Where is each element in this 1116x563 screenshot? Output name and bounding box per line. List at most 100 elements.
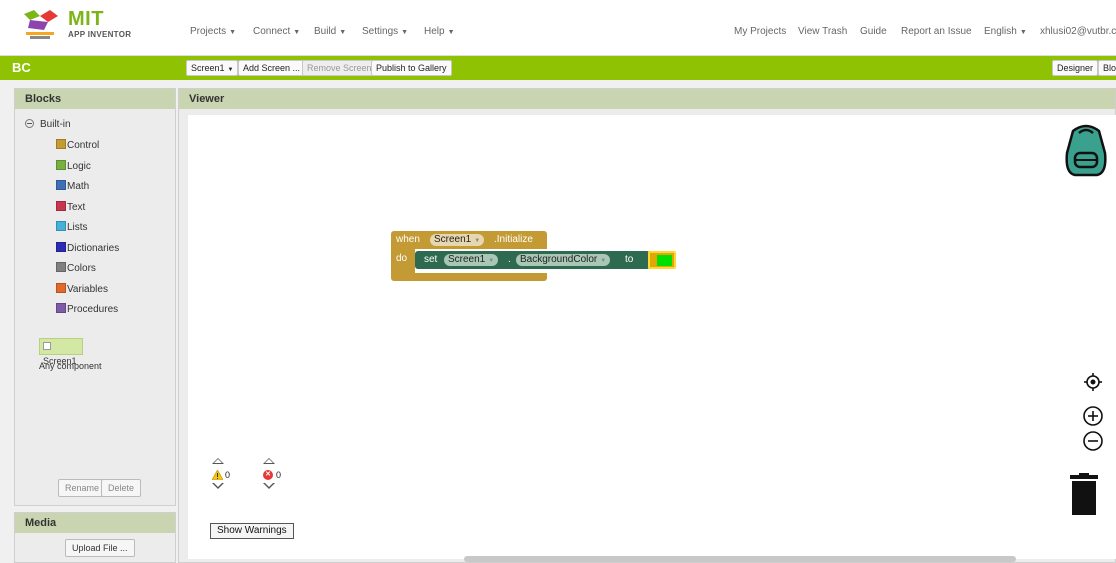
- blocks-panel-title: Blocks: [15, 89, 175, 109]
- blocks-button[interactable]: Blo: [1098, 60, 1116, 76]
- category-color-icon: [56, 200, 66, 211]
- user-account[interactable]: xhlusi02@vutbr.cz: [1040, 26, 1116, 37]
- set-property-label: BackgroundColor: [520, 254, 598, 265]
- project-name: BC: [12, 60, 31, 75]
- recenter-icon[interactable]: [1083, 372, 1103, 392]
- logo-mit-text: MIT: [68, 8, 104, 30]
- menu-settings[interactable]: Settings ▼: [362, 26, 408, 37]
- set-property-dropdown[interactable]: BackgroundColor ▼: [516, 254, 611, 266]
- category-color-icon: [56, 282, 66, 293]
- top-nav: MIT APP INVENTOR Projects ▼ Connect ▼ Buil…: [0, 0, 1116, 56]
- tree-builtin[interactable]: Built-in: [25, 119, 71, 130]
- category-procedures[interactable]: Procedures: [56, 303, 118, 315]
- screen-select[interactable]: Screen1 ▼: [186, 60, 239, 76]
- logo-subtitle: APP INVENTOR: [68, 30, 132, 39]
- menu-help[interactable]: Help ▼: [424, 26, 455, 37]
- category-color-icon: [56, 241, 66, 252]
- chevron-down-icon: ▼: [401, 29, 409, 36]
- blocks-workspace[interactable]: when Screen1 ▼ .Initialize do set Screen1…: [188, 115, 1116, 562]
- zoom-out-icon[interactable]: [1082, 430, 1104, 452]
- rename-button[interactable]: Rename: [58, 479, 107, 497]
- error-icon: ✕: [263, 470, 273, 480]
- category-color-icon: [56, 221, 66, 231]
- event-when-label: when: [396, 234, 420, 245]
- collapse-icon[interactable]: [25, 119, 34, 128]
- prev-warning-icon[interactable]: [212, 458, 224, 464]
- add-screen-button[interactable]: Add Screen ...: [238, 60, 306, 76]
- category-color-icon: [56, 262, 66, 272]
- menu-help-label: Help: [424, 26, 445, 37]
- category-math[interactable]: Math: [56, 180, 89, 192]
- event-component-label: Screen1: [434, 234, 472, 245]
- category-colors[interactable]: Colors: [56, 262, 96, 274]
- show-warnings-button[interactable]: Show Warnings: [210, 523, 294, 539]
- set-dot-label: .: [508, 254, 511, 265]
- category-logic[interactable]: Logic: [56, 159, 91, 172]
- menu-build[interactable]: Build ▼: [314, 26, 346, 37]
- link-my-projects[interactable]: My Projects: [734, 26, 786, 37]
- event-component-dropdown[interactable]: Screen1 ▼: [430, 234, 485, 246]
- tree-screen1[interactable]: Screen1: [39, 338, 83, 366]
- workspace-scrollbar[interactable]: [464, 556, 1016, 562]
- menu-connect[interactable]: Connect ▼: [253, 26, 300, 37]
- category-color-icon: [56, 180, 66, 190]
- event-block-footer: [391, 273, 547, 281]
- set-component-dropdown[interactable]: Screen1 ▼: [444, 254, 499, 266]
- delete-button[interactable]: Delete: [101, 479, 142, 497]
- chevron-down-icon: ▼: [474, 238, 481, 244]
- viewer-title: Viewer: [179, 89, 1115, 109]
- blocks-panel: Blocks Built-in Control Logic Math Text List…: [14, 88, 176, 506]
- designer-button[interactable]: Designer: [1052, 60, 1099, 76]
- category-color-icon: [56, 303, 66, 313]
- chevron-down-icon: ▼: [447, 29, 455, 36]
- publish-gallery-button[interactable]: Publish to Gallery: [371, 60, 452, 76]
- set-property-block[interactable]: set Screen1 ▼ . BackgroundColor ▼ to: [415, 251, 650, 269]
- zoom-in-icon[interactable]: [1082, 405, 1104, 427]
- category-text[interactable]: Text: [56, 200, 86, 213]
- errors-count: 0: [276, 470, 282, 480]
- menu-projects-label: Projects: [190, 26, 227, 37]
- category-control[interactable]: Control: [56, 139, 99, 151]
- logo-icon: [24, 10, 58, 39]
- category-dictionaries[interactable]: Dictionaries: [56, 241, 119, 254]
- event-do-label: do: [396, 253, 408, 264]
- color-block[interactable]: [648, 251, 676, 269]
- category-label: Math: [67, 181, 90, 192]
- chevron-down-icon: ▼: [1019, 29, 1027, 36]
- category-label: Logic: [67, 160, 91, 172]
- project-toolbar: BC Screen1 ▼ Add Screen ... Remove Screen…: [0, 56, 1116, 80]
- media-panel-title: Media: [15, 513, 175, 533]
- color-swatch[interactable]: [657, 255, 672, 266]
- category-label: Colors: [67, 263, 96, 274]
- link-guide[interactable]: Guide: [860, 26, 887, 37]
- link-report-issue[interactable]: Report an Issue: [901, 26, 972, 37]
- menu-projects[interactable]: Projects ▼: [190, 26, 236, 37]
- backpack-icon[interactable]: [1061, 123, 1111, 179]
- warnings-count: 0: [225, 470, 231, 480]
- category-variables[interactable]: Variables: [56, 282, 108, 295]
- screen-select-label: Screen1: [191, 63, 225, 73]
- screen-icon: [43, 342, 51, 350]
- remove-screen-button[interactable]: Remove Screen: [302, 60, 377, 76]
- menu-build-label: Build: [314, 26, 337, 37]
- tree-any-component[interactable]: Any component: [39, 361, 102, 371]
- category-lists[interactable]: Lists: [56, 221, 88, 233]
- chevron-down-icon: ▼: [488, 258, 495, 264]
- language-select[interactable]: English ▼: [984, 26, 1027, 37]
- next-error-icon[interactable]: [263, 483, 275, 489]
- category-label: Procedures: [67, 304, 119, 315]
- viewer-panel: Viewer when Screen1 ▼ .Initialize do set …: [178, 88, 1116, 563]
- category-label: Text: [67, 201, 86, 213]
- language-label: English: [984, 26, 1017, 37]
- next-warning-icon[interactable]: [212, 483, 224, 489]
- menu-connect-label: Connect: [253, 26, 291, 37]
- warnings-indicator: 0 ✕ 0: [209, 458, 319, 518]
- chevron-down-icon: ▼: [339, 29, 347, 36]
- upload-file-button[interactable]: Upload File ...: [65, 539, 135, 557]
- link-view-trash[interactable]: View Trash: [798, 26, 847, 37]
- set-label: set: [424, 254, 438, 265]
- app-inventor-logo[interactable]: MIT APP INVENTOR: [20, 8, 140, 44]
- prev-error-icon[interactable]: [263, 458, 275, 464]
- set-to-label: to: [625, 254, 634, 265]
- trash-icon[interactable]: [1069, 473, 1099, 517]
